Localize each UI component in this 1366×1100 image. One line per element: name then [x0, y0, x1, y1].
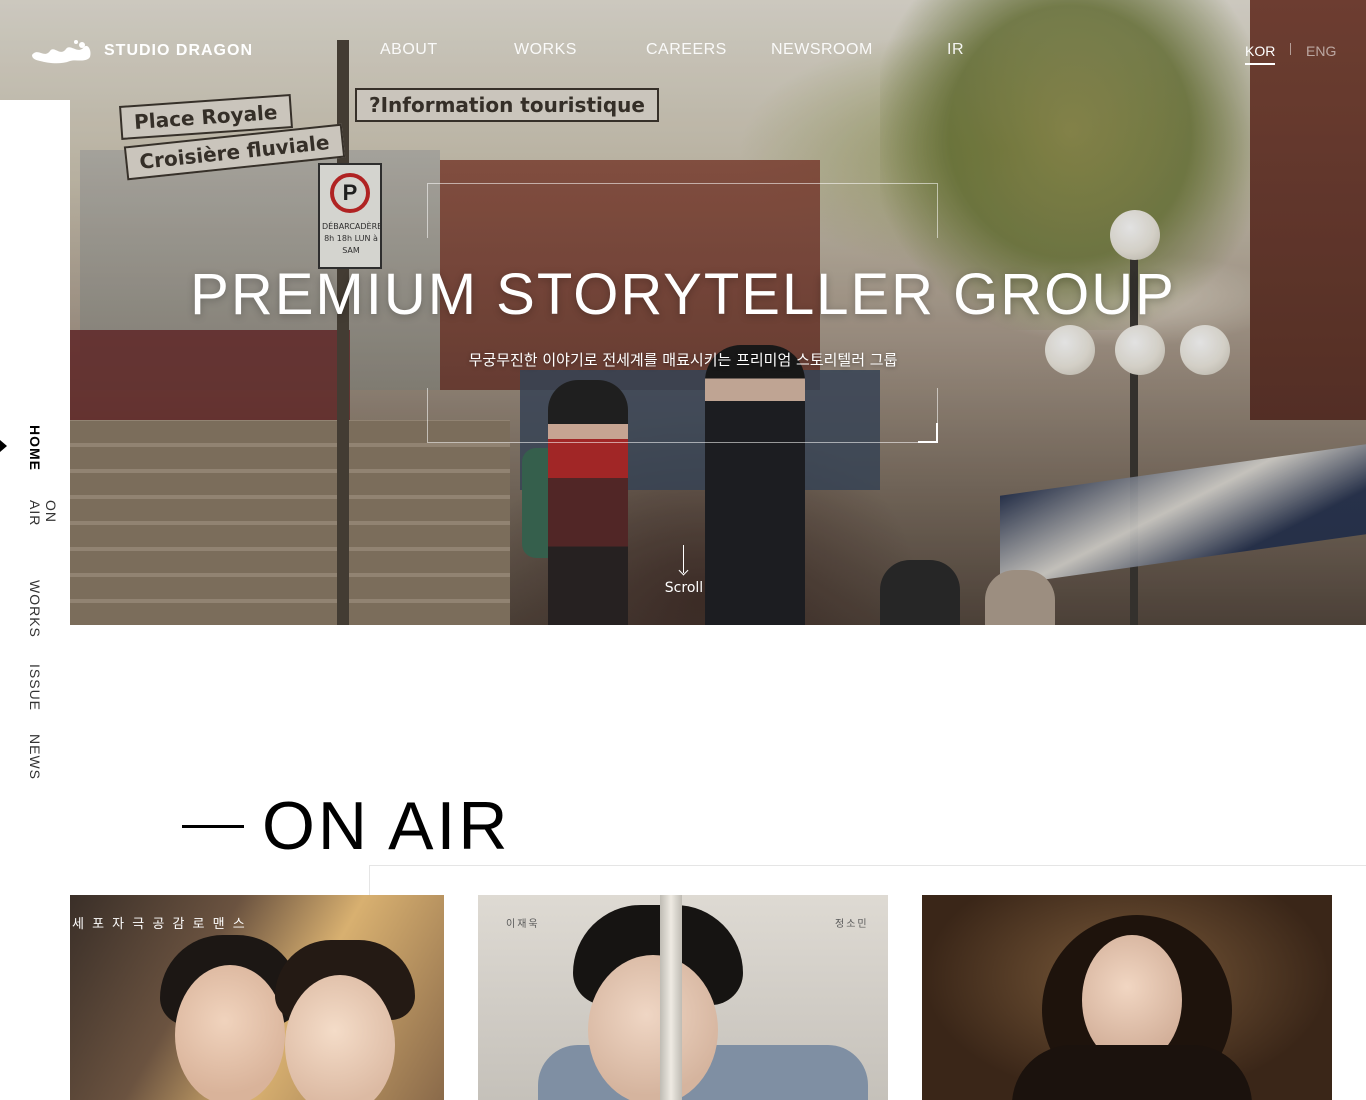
on-air-poster-2[interactable]: 이재욱 정소민 — [478, 895, 888, 1100]
poster-tagline: 세 포 자 극 공 감 로 맨 스 — [72, 917, 247, 932]
section-title-on-air: ON AIR — [262, 788, 511, 864]
hero-frame-bottom — [427, 388, 938, 443]
lang-divider — [1290, 43, 1291, 55]
gnb-item-works[interactable]: WORKS — [514, 40, 577, 60]
hero-title: PREMIUM STORYTELLER GROUP — [190, 262, 1176, 327]
gnb-item-newsroom[interactable]: NEWSROOM — [771, 40, 873, 60]
poster-cast-name: 정소민 — [835, 919, 869, 930]
side-nav-on-air[interactable]: ON AIR — [27, 500, 59, 526]
poster-sword — [660, 895, 682, 1100]
section-dash — [182, 825, 244, 828]
side-nav-news[interactable]: NEWS — [27, 734, 43, 780]
arrow-down-icon — [679, 545, 689, 575]
side-nav-home[interactable]: HOME — [27, 425, 43, 471]
hero-frame-top — [427, 183, 938, 238]
hero-section: Place Royale ?Information touristique Cr… — [0, 0, 1366, 625]
section-divider — [369, 865, 370, 895]
poster-figure — [1012, 1045, 1252, 1100]
side-nav-works[interactable]: WORKS — [27, 580, 43, 638]
active-indicator-icon — [0, 440, 7, 452]
global-nav: ABOUT WORKS CAREERS NEWSROOM IR — [0, 40, 1366, 60]
lang-eng-link[interactable]: ENG — [1306, 42, 1336, 60]
gnb-item-about[interactable]: ABOUT — [380, 40, 438, 60]
scroll-down-button[interactable]: Scroll — [644, 545, 724, 597]
lang-kor-link[interactable]: KOR — [1245, 42, 1276, 65]
poster-figure — [175, 965, 285, 1100]
on-air-poster-1[interactable]: 세 포 자 극 공 감 로 맨 스 — [70, 895, 444, 1100]
poster-cast-name: 이재욱 — [506, 919, 540, 930]
side-nav-panel: HOME ON AIR WORKS ISSUE NEWS — [0, 100, 70, 1100]
gnb-item-ir[interactable]: IR — [947, 40, 964, 60]
on-air-poster-3[interactable] — [922, 895, 1332, 1100]
poster-figure — [588, 955, 718, 1100]
gnb-item-careers[interactable]: CAREERS — [646, 40, 727, 60]
scroll-label: Scroll — [664, 580, 704, 596]
hero-subtitle: 무궁무진한 이야기로 전세계를 매료시키는 프리미엄 스토리텔러 그룹 — [468, 351, 898, 369]
section-divider — [369, 865, 1366, 866]
hero-frame-corner — [918, 423, 938, 443]
side-nav-issue[interactable]: ISSUE — [27, 664, 43, 711]
